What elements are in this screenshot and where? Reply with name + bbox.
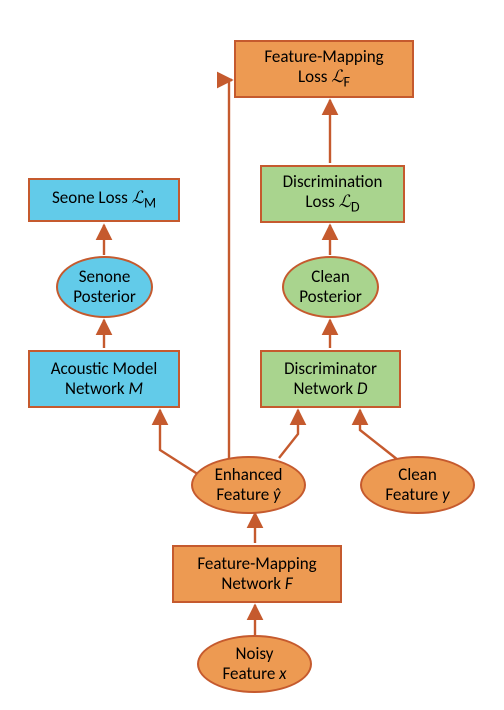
acoustic-model-network-label: Acoustic ModelNetwork M xyxy=(51,359,158,398)
senone-posterior: SenonePosterior xyxy=(56,256,153,318)
feature-mapping-loss-label: Feature-MappingLoss ℒF xyxy=(264,47,383,90)
discrimination-loss: DiscriminationLoss ℒD xyxy=(260,165,405,223)
feature-mapping-network-label: Feature-MappingNetwork F xyxy=(197,554,316,593)
noisy-feature-label: NoisyFeature x xyxy=(222,644,286,683)
seone-loss: Seone Loss ℒM xyxy=(28,178,180,222)
senone-posterior-label: SenonePosterior xyxy=(73,267,136,306)
discriminator-network: DiscriminatorNetwork D xyxy=(260,350,401,408)
acoustic-model-network: Acoustic ModelNetwork M xyxy=(28,350,180,408)
discriminator-network-label: DiscriminatorNetwork D xyxy=(284,359,377,398)
enhanced-feature: EnhancedFeature ŷ xyxy=(191,456,306,514)
clean-feature: CleanFeature y xyxy=(360,456,475,514)
noisy-feature: NoisyFeature x xyxy=(197,635,312,693)
clean-posterior: CleanPosterior xyxy=(282,256,379,318)
clean-posterior-label: CleanPosterior xyxy=(299,267,362,306)
feature-mapping-network: Feature-MappingNetwork F xyxy=(172,545,342,603)
feature-mapping-loss: Feature-MappingLoss ℒF xyxy=(234,40,414,98)
seone-loss-label: Seone Loss ℒM xyxy=(52,188,156,212)
clean-feature-label: CleanFeature y xyxy=(385,465,449,504)
discrimination-loss-label: DiscriminationLoss ℒD xyxy=(283,172,383,215)
diagram-canvas: Feature-MappingLoss ℒF Seone Loss ℒM Dis… xyxy=(0,0,504,710)
enhanced-feature-label: EnhancedFeature ŷ xyxy=(215,465,283,504)
